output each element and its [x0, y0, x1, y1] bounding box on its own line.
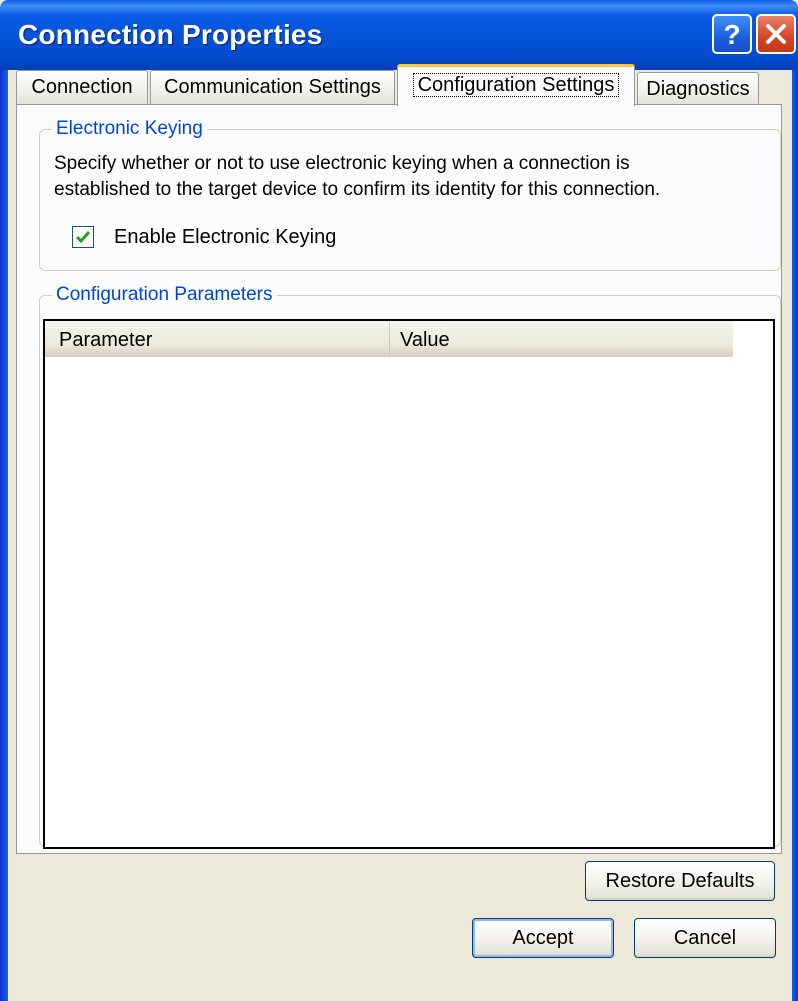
accept-button[interactable]: Accept: [472, 918, 614, 958]
column-header-parameter[interactable]: Parameter: [45, 321, 389, 357]
tab-page-configuration-settings: Electronic Keying Specify whether or not…: [16, 104, 782, 901]
restore-defaults-button[interactable]: Restore Defaults: [585, 861, 775, 901]
tab-diagnostics[interactable]: Diagnostics: [637, 72, 759, 106]
window-border-right: [792, 70, 798, 1001]
parameters-list[interactable]: Parameter Value: [43, 319, 775, 849]
column-header-value[interactable]: Value: [389, 321, 733, 357]
window-title: Connection Properties: [18, 19, 323, 50]
svg-text:?: ?: [723, 19, 740, 50]
enable-electronic-keying-checkbox[interactable]: [72, 226, 94, 248]
electronic-keying-description-line1: Specify whether or not to use electronic…: [54, 153, 630, 174]
electronic-keying-description-line2: established to the target device to conf…: [54, 179, 661, 200]
enable-electronic-keying-label[interactable]: Enable Electronic Keying: [114, 225, 336, 249]
tab-label: Connection: [31, 76, 133, 98]
checkmark-icon: [75, 231, 91, 244]
close-icon: [766, 24, 786, 44]
tab-label: Diagnostics: [646, 78, 750, 100]
question-mark-icon: ?: [723, 19, 740, 50]
electronic-keying-legend: Electronic Keying: [52, 118, 207, 140]
tab-configuration-settings[interactable]: Configuration Settings: [397, 64, 635, 106]
tab-label: Configuration Settings: [412, 73, 620, 97]
electronic-keying-group: Electronic Keying Specify whether or not…: [39, 118, 781, 271]
help-button[interactable]: ?: [712, 14, 752, 54]
window-border-left: [0, 70, 8, 1001]
tab-communication-settings[interactable]: Communication Settings: [150, 70, 395, 104]
configuration-parameters-legend: Configuration Parameters: [52, 284, 277, 306]
cancel-button[interactable]: Cancel: [634, 918, 776, 958]
close-button[interactable]: [756, 14, 796, 54]
tab-connection[interactable]: Connection: [16, 70, 148, 104]
tab-label: Communication Settings: [164, 76, 381, 98]
title-bar: Connection Properties ?: [0, 0, 798, 70]
